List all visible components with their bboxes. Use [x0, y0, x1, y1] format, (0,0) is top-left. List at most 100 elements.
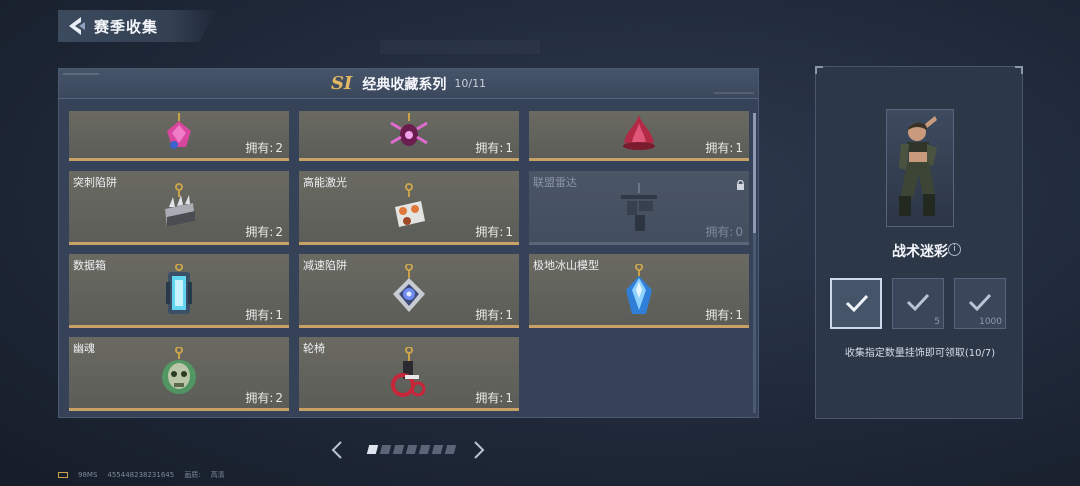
- page-dot[interactable]: [379, 445, 392, 454]
- owned-count: 拥有: 1: [705, 306, 743, 323]
- owned-count: 拥有: 1: [245, 306, 283, 323]
- charm-card[interactable]: 拥有: 1: [529, 111, 749, 161]
- charm-card-locked[interactable]: 联盟雷达 拥有: 0: [529, 171, 749, 245]
- lock-icon: [736, 175, 745, 194]
- charm-card[interactable]: 拥有: 1: [299, 111, 519, 161]
- checkmark-icon: [905, 291, 931, 317]
- laser-charm-icon: [389, 183, 429, 235]
- charm-card[interactable]: 减速陷阱 拥有: 1: [299, 254, 519, 328]
- owned-count: 拥有: 1: [475, 223, 513, 240]
- owned-label: 拥有:: [245, 225, 274, 239]
- charm-card[interactable]: 数据箱 拥有: 1: [69, 254, 289, 328]
- reward-panel: 战术迷彩 i 5 1000 收集指定数量挂饰即可领取(10/7): [815, 66, 1023, 419]
- series-name: 经典收藏系列: [362, 76, 447, 93]
- owned-count: 拥有: 2: [245, 139, 283, 156]
- owned-value: 1: [735, 308, 743, 322]
- spike-trap-charm-icon: [159, 183, 199, 235]
- charm-card[interactable]: 突刺陷阱 拥有: 2: [69, 171, 289, 245]
- spider-charm-icon: [389, 113, 429, 155]
- radar-charm-icon: [617, 183, 661, 237]
- quality-label: 画质:: [184, 471, 201, 479]
- charm-name: 幽魂: [73, 342, 95, 355]
- scrollbar[interactable]: [753, 113, 756, 413]
- owned-label: 拥有:: [475, 225, 504, 239]
- owned-value: 1: [505, 391, 513, 405]
- page-dot[interactable]: [431, 445, 444, 454]
- reward-name: 战术迷彩: [892, 244, 948, 260]
- tier-requirement: 5: [934, 317, 940, 327]
- battery-icon: [58, 472, 68, 478]
- charm-name: 减速陷阱: [303, 259, 347, 272]
- charm-card[interactable]: 拥有: 2: [69, 111, 289, 161]
- panel-header: SI 经典收藏系列 10/11: [59, 69, 758, 99]
- corner-decoration: [1015, 66, 1023, 74]
- header-decoration: [63, 73, 99, 75]
- charm-name: 突刺陷阱: [73, 176, 117, 189]
- ping: 98MS: [78, 471, 98, 479]
- owned-value: 2: [275, 141, 283, 155]
- charm-name: 极地冰山模型: [533, 259, 599, 272]
- owned-count: 拥有: 1: [475, 306, 513, 323]
- page-dot[interactable]: [392, 445, 405, 454]
- owned-count: 拥有: 2: [245, 389, 283, 406]
- prev-page-arrow-icon[interactable]: [330, 440, 344, 464]
- back-arrow-icon: [58, 15, 94, 37]
- owned-value: 1: [275, 308, 283, 322]
- page-dot[interactable]: [418, 445, 431, 454]
- owned-count: 拥有: 1: [705, 139, 743, 156]
- owned-value: 1: [505, 141, 513, 155]
- reward-tier-1[interactable]: [830, 278, 882, 329]
- charm-name: 高能激光: [303, 176, 347, 189]
- owned-label: 拥有:: [705, 308, 734, 322]
- reward-tier-2[interactable]: 5: [892, 278, 944, 329]
- scrollbar-thumb[interactable]: [753, 113, 756, 233]
- owned-label: 拥有:: [475, 391, 504, 405]
- charm-card[interactable]: 极地冰山模型 拥有: 1: [529, 254, 749, 328]
- owned-count: 拥有: 1: [475, 139, 513, 156]
- status-footer: 98MS 455448238231645 画质: 高清: [58, 470, 225, 480]
- checkmark-icon: [844, 292, 870, 318]
- owned-value: 2: [275, 391, 283, 405]
- red-flower-charm-icon: [621, 113, 657, 155]
- owned-value: 1: [505, 308, 513, 322]
- season-badge: SI: [330, 73, 353, 94]
- owned-label: 拥有:: [245, 308, 274, 322]
- pink-crystal-charm-icon: [164, 113, 194, 155]
- charm-name: 数据箱: [73, 259, 106, 272]
- next-page-arrow-icon[interactable]: [472, 440, 486, 464]
- quality-value: 高清: [210, 471, 225, 479]
- charm-name: 轮椅: [303, 342, 325, 355]
- owned-label: 拥有:: [475, 308, 504, 322]
- wheelchair-charm-icon: [389, 346, 429, 403]
- collection-panel: SI 经典收藏系列 10/11 拥有: 2 拥有: 1 拥有: 1 突刺陷阱 拥…: [58, 68, 759, 418]
- reward-tier-3[interactable]: 1000: [954, 278, 1006, 329]
- reward-description: 收集指定数量挂饰即可领取(10/7): [844, 348, 996, 359]
- corner-decoration: [815, 66, 823, 74]
- owned-count: 拥有: 0: [705, 223, 743, 240]
- character-portrait[interactable]: [886, 109, 954, 227]
- page-dot-active[interactable]: [366, 445, 379, 454]
- owned-count: 拥有: 1: [475, 389, 513, 406]
- owned-label: 拥有:: [705, 141, 734, 155]
- charm-name: 联盟雷达: [533, 176, 577, 189]
- info-icon[interactable]: i: [948, 243, 961, 256]
- page-dot[interactable]: [405, 445, 418, 454]
- charm-card[interactable]: 高能激光 拥有: 1: [299, 171, 519, 245]
- owned-value: 2: [275, 225, 283, 239]
- back-button[interactable]: 赛季收集: [58, 10, 218, 42]
- slow-trap-charm-icon: [389, 263, 429, 320]
- owned-value: 0: [735, 225, 743, 239]
- owned-count: 拥有: 2: [245, 223, 283, 240]
- tier-requirement: 1000: [979, 317, 1002, 327]
- owned-value: 1: [505, 225, 513, 239]
- charm-card[interactable]: 幽魂 拥有: 2: [69, 337, 289, 411]
- owned-value: 1: [735, 141, 743, 155]
- page-dot[interactable]: [444, 445, 457, 454]
- page-indicator: [366, 445, 457, 454]
- series-count: 10/11: [454, 77, 487, 90]
- owned-label: 拥有:: [705, 225, 734, 239]
- ghost-skull-charm-icon: [159, 346, 199, 403]
- owned-label: 拥有:: [475, 141, 504, 155]
- charm-card[interactable]: 轮椅 拥有: 1: [299, 337, 519, 411]
- user-id: 455448238231645: [107, 471, 175, 479]
